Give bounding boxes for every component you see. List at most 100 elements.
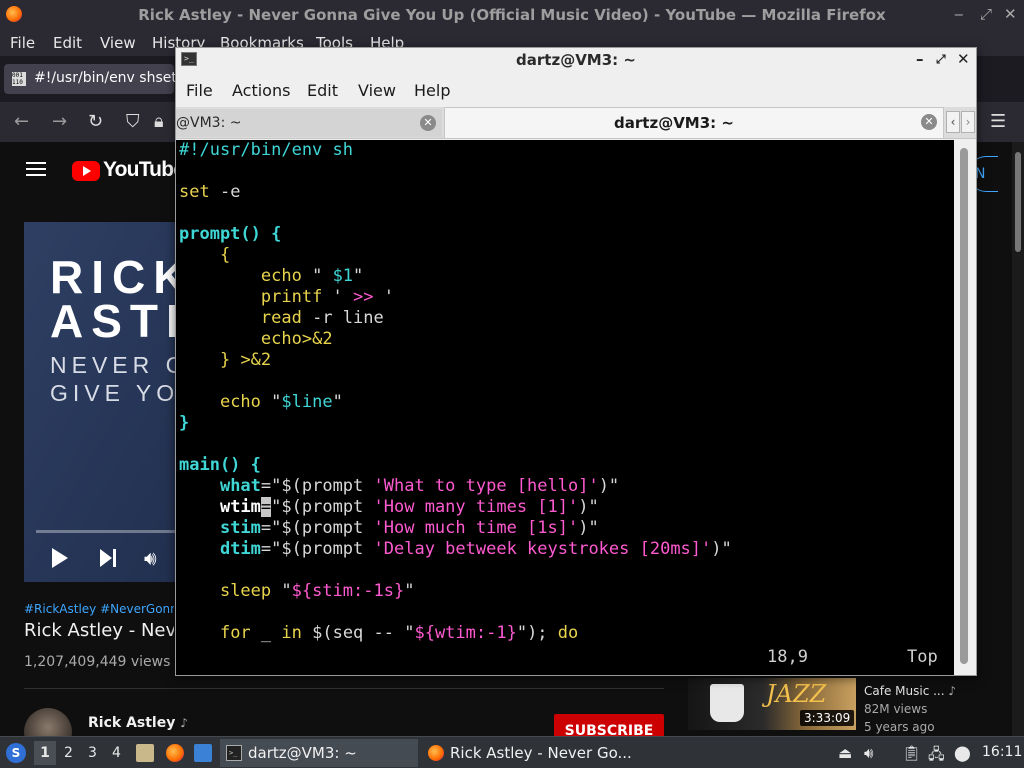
code-line: wtim="$(prompt 'How many times [1]')" [219,497,599,517]
lock-icon[interactable]: 🔒︎ [154,111,164,132]
maximize-icon[interactable]: ⤢ [980,5,992,23]
ff-menu-view[interactable]: View [100,34,136,52]
code-line: } >&2 [219,350,272,370]
code-line: dtim="$(prompt 'Delay betweek keystrokes… [219,539,732,559]
code-line: main() { [179,455,261,475]
minimize-icon[interactable]: – [916,50,924,68]
terminal-titlebar[interactable]: >_ dartz@VM3: ~ – ⤢ ✕ [176,48,976,73]
workspace-3[interactable]: 3 [88,745,97,761]
tab-scroll-left-icon[interactable]: ‹ [946,111,960,133]
close-icon[interactable]: ✕ [1004,5,1017,23]
ff-menu-edit[interactable]: Edit [53,34,82,52]
term-menu-view[interactable]: View [358,81,396,100]
firefox-titlebar: Rick Astley - Never Gonna Give You Up (O… [0,0,1024,30]
thumbnail-text: JAZZ [766,680,827,708]
taskbar-task-firefox[interactable]: Rick Astley - Never Go... [422,739,642,767]
task-label: dartz@VM3: ~ [248,744,357,762]
desktop-icon[interactable] [194,744,212,762]
vim-scroll-position: Top [907,647,938,667]
terminal-tabbar: @VM3: ~ ✕ dartz@VM3: ~ ✕ ‹ › [176,107,976,139]
file-icon: 001 110 [12,72,26,86]
channel-name[interactable]: Rick Astley ♪ [88,715,188,731]
divider [24,688,664,689]
vim-cursor-position: 18,9 [767,647,808,667]
terminal-scrollbar-thumb[interactable] [960,148,968,664]
close-tab-icon[interactable]: ✕ [420,115,436,131]
shield-icon[interactable]: ⛉ [126,111,140,132]
volume-icon[interactable]: 🔊︎ [144,546,157,570]
ff-menu-file[interactable]: File [10,34,35,52]
terminal-window-title: dartz@VM3: ~ [516,51,636,69]
terminal-tab-active[interactable]: dartz@VM3: ~ ✕ [444,107,944,138]
video-hashtags[interactable]: #RickAstley #NeverGonnaGi [24,602,174,616]
recommended-title-text: Cafe Music ... [864,684,945,698]
music-note-icon: ♪ [948,684,957,698]
workspace-1[interactable]: 1 [34,741,56,765]
file-manager-icon[interactable] [136,744,154,762]
video-views: 1,207,409,449 views • Oc [24,654,174,670]
code-line: prompt() { [179,224,282,244]
recommended-title[interactable]: Cafe Music ... ♪ [864,684,956,698]
video-title: Rick Astley - Never [24,620,174,641]
firefox-tab[interactable]: 001 110 #!/usr/bin/env shset - [4,64,186,94]
firefox-window-title: Rick Astley - Never Gonna Give You Up (O… [138,6,886,24]
code-line: read -r line [260,308,384,328]
minimize-icon[interactable]: ‒ [954,5,964,23]
taskbar: S 1 2 3 4 >_ dartz@VM3: ~ Rick Astley - … [0,736,1024,768]
clipboard-icon[interactable]: 📋︎ [902,744,921,762]
maximize-icon[interactable]: ⤢ [936,52,946,67]
youtube-logo-text[interactable]: YouTube [103,158,185,182]
terminal-tab-label: @VM3: ~ [176,115,242,131]
term-menu-edit[interactable]: Edit [307,81,338,100]
code-line: #!/usr/bin/env sh [179,140,353,160]
code-line: } [179,413,190,433]
volume-icon[interactable]: 🔊︎ [864,744,873,762]
terminal-window[interactable]: >_ dartz@VM3: ~ – ⤢ ✕ File Actions Edit … [175,47,977,676]
youtube-logo-icon[interactable] [72,161,100,181]
taskbar-task-terminal[interactable]: >_ dartz@VM3: ~ [220,739,418,767]
back-icon[interactable]: ← [14,111,29,132]
eject-icon[interactable]: ⏏ [838,744,852,762]
task-label: Rick Astley - Never Go... [450,744,632,762]
app-menu-icon[interactable]: ☰ [990,111,1006,132]
page-scrollbar[interactable] [1012,142,1024,736]
term-menu-file[interactable]: File [186,81,213,100]
music-note-icon: ♪ [180,716,188,730]
clock[interactable]: 16:11 [982,744,1022,760]
yt-menu-icon[interactable] [26,162,46,176]
video-text-sub2: GIVE YO [50,380,180,406]
firefox-launcher-icon[interactable] [166,744,184,762]
reload-icon[interactable]: ↻ [88,111,103,132]
network-icon[interactable]: 🖧 [928,744,945,768]
firefox-tab-label: #!/usr/bin/env shset - [34,70,187,86]
term-menu-help[interactable]: Help [414,81,450,100]
code-line: echo " $1" [260,266,364,286]
terminal-tab-label: dartz@VM3: ~ [614,114,734,132]
workspace-2[interactable]: 2 [64,745,73,761]
terminal-output[interactable]: #!/usr/bin/env sh set -e prompt() { { echo… [176,140,976,675]
start-menu-icon[interactable]: S [6,743,26,763]
page-scrollbar-thumb[interactable] [1015,152,1021,252]
code-line: what="$(prompt 'What to type [hello]')" [219,476,620,496]
close-icon[interactable]: ✕ [957,50,970,68]
workspace-4[interactable]: 4 [112,745,121,761]
firefox-icon [428,745,444,761]
code-line: set -e [179,182,241,202]
code-line: echo>&2 [260,329,333,349]
play-icon[interactable] [52,548,68,568]
video-text-sub1: NEVER G [50,352,189,378]
terminal-scrollbar[interactable] [954,140,976,675]
updates-icon[interactable]: ⬤ [954,744,971,762]
next-icon[interactable] [100,549,118,567]
terminal-tab-inactive[interactable]: @VM3: ~ ✕ [176,109,442,137]
terminal-menubar: File Actions Edit View Help [176,73,976,107]
forward-icon[interactable]: → [52,111,67,132]
channel-name-text: Rick Astley [88,715,176,731]
code-line: sleep "${stim:-1s}" [219,581,415,601]
tab-scroll-right-icon[interactable]: › [961,111,975,133]
recommended-age: 5 years ago [864,720,935,734]
code-line: printf ' >> ' [260,287,394,307]
term-menu-actions[interactable]: Actions [232,81,290,100]
close-tab-icon[interactable]: ✕ [921,114,937,130]
terminal-icon: >_ [226,745,242,761]
